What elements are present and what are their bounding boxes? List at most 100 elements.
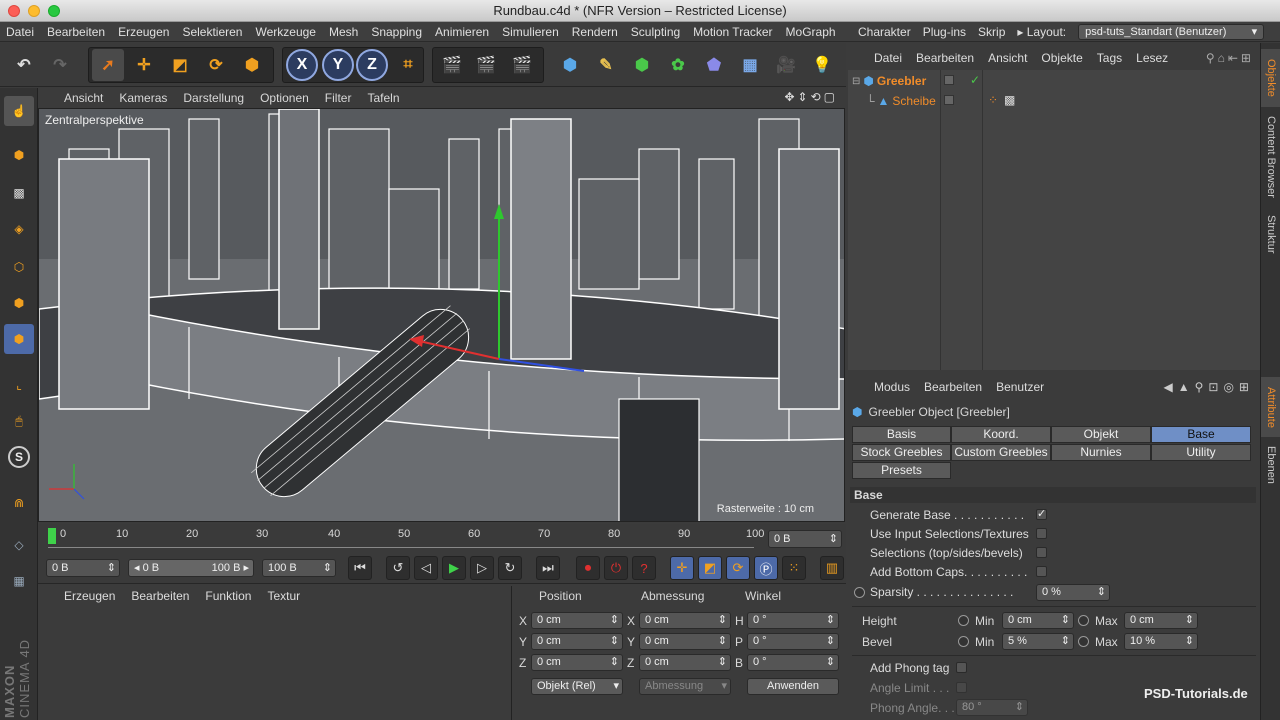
points-mode-button[interactable]: ⬡ [4,252,34,282]
current-frame-field[interactable]: 0 B ⇕ [768,530,842,548]
solo-button[interactable]: S [4,442,34,472]
select-tool-button[interactable]: ➚ [92,49,124,81]
tab-koord[interactable]: Koord. [951,426,1051,443]
pos-z-field[interactable]: 0 cm ⇕ [531,654,623,671]
bevel-max-field[interactable]: 10 % ⇕ [1124,633,1198,650]
object-manager-nav-icons[interactable]: ⚲⌂⇤⊞ [1206,51,1260,65]
bevel-min-radio[interactable] [958,636,969,647]
sparsity-animate-radio[interactable] [854,587,865,598]
previous-key-button[interactable]: ↺ [386,556,410,580]
render-settings-button[interactable]: 🎬 [506,49,538,81]
polygons-mode-button[interactable]: ⬢ [4,324,34,354]
checkmark-icon[interactable]: ✓ [970,73,980,87]
undo-button[interactable]: ↶ [8,49,40,81]
render-view-button[interactable]: 🎬 [436,49,468,81]
key-position-button[interactable]: ✛ [670,556,694,580]
menu-sculpting[interactable]: Sculpting [631,25,680,39]
coordinate-mode-select[interactable]: Objekt (Rel) ▾ [531,678,623,695]
rotate-tool-button[interactable]: ⟳ [200,49,232,81]
menu-werkzeuge[interactable]: Werkzeuge [255,25,315,39]
keyframe-selection-button[interactable]: ? [632,556,656,580]
side-tab-objekte[interactable]: Objekte [1261,49,1280,107]
workplane-mode-button[interactable]: ◈ [4,214,34,244]
tab-utility[interactable]: Utility [1151,444,1251,461]
bevel-min-field[interactable]: 5 % ⇕ [1002,633,1074,650]
menu-mesh[interactable]: Mesh [329,25,358,39]
workplane-button[interactable]: ◇ [4,530,34,560]
frame-range-slider[interactable]: ◂ 0 B 100 B ▸ [128,559,254,577]
angle-limit-checkbox[interactable] [956,682,967,693]
close-window-button[interactable] [8,5,20,17]
rot-b-field[interactable]: 0 ° ⇕ [747,654,839,671]
material-menu-erzeugen[interactable]: Erzeugen [64,589,115,603]
floor-button[interactable]: ▦ [734,49,766,81]
texture-tag-icon[interactable]: ▩ [1004,93,1015,107]
bottom-caps-checkbox[interactable] [1036,566,1047,577]
cube-primitive-button[interactable]: ⬢ [554,49,586,81]
scale-tool-button[interactable]: ◩ [164,49,196,81]
selection-tag-icon[interactable]: ⁘ [988,93,998,107]
tab-custom-greebles[interactable]: Custom Greebles [951,444,1051,461]
side-tab-ebenen[interactable]: Ebenen [1261,441,1280,489]
deformer-button[interactable]: ⬟ [698,49,730,81]
nurbs-button[interactable]: ⬢ [626,49,658,81]
tab-basis[interactable]: Basis [852,426,951,443]
menu-charakter[interactable]: Charakter [858,25,911,39]
menu-erzeugen[interactable]: Erzeugen [118,25,169,39]
go-to-start-button[interactable]: ⏮ [348,556,372,580]
viewport-menu-darstellung[interactable]: Darstellung [183,91,244,105]
size-z-field[interactable]: 0 cm ⇕ [639,654,731,671]
tab-presets[interactable]: Presets [852,462,951,479]
menu-snapping[interactable]: Snapping [371,25,422,39]
generate-base-checkbox[interactable]: ✓ [1036,509,1047,520]
tab-nurnies[interactable]: Nurnies [1051,444,1151,461]
menu-selektieren[interactable]: Selektieren [182,25,242,39]
tweak-mode-button[interactable]: 🖱 [4,406,34,436]
phong-tag-checkbox[interactable] [956,662,967,673]
timeline-playhead[interactable] [48,528,56,544]
minimize-window-button[interactable] [28,5,40,17]
camera-button[interactable]: 🎥 [770,49,802,81]
autokey-button[interactable]: ⏻ [604,556,628,580]
redo-button[interactable]: ↷ [44,49,76,81]
render-picture-button[interactable]: 🎬 [470,49,502,81]
last-tool-button[interactable]: ⬢ [236,49,268,81]
go-to-end-button[interactable]: ⏭ [536,556,560,580]
key-pla-button[interactable]: ⁙ [782,556,806,580]
model-mode-button[interactable]: ⬢ [4,140,34,170]
tab-objekt[interactable]: Objekt [1051,426,1151,443]
y-axis-button[interactable]: Y [322,49,354,81]
editor-visibility-toggle[interactable] [944,75,954,85]
attr-menu-benutzer[interactable]: Benutzer [996,380,1044,394]
snap-button[interactable]: ⋒ [4,488,34,518]
material-menu-funktion[interactable]: Funktion [205,589,251,603]
object-menu-datei[interactable]: Datei [874,51,902,65]
spline-button[interactable]: ✎ [590,49,622,81]
bevel-max-radio[interactable] [1078,636,1089,647]
height-min-radio[interactable] [958,615,969,626]
use-input-checkbox[interactable] [1036,528,1047,539]
menu-bearbeiten[interactable]: Bearbeiten [47,25,105,39]
size-mode-select[interactable]: Abmessung ▾ [639,678,731,695]
size-x-field[interactable]: 0 cm ⇕ [639,612,731,629]
object-menu-tags[interactable]: Tags [1097,51,1122,65]
timeline-ruler[interactable]: 0 10 20 30 40 50 60 70 80 90 100 0 B ⇕ [38,524,846,552]
object-menu-objekte[interactable]: Objekte [1041,51,1082,65]
make-editable-button[interactable]: ☝ [4,96,34,126]
attr-menu-bearbeiten[interactable]: Bearbeiten [924,380,982,394]
edges-mode-button[interactable]: ⬢ [4,288,34,318]
rot-h-field[interactable]: 0 ° ⇕ [747,612,839,629]
x-axis-button[interactable]: X [286,49,318,81]
play-button[interactable]: ▶ [442,556,466,580]
viewport-menu-kameras[interactable]: Kameras [119,91,167,105]
object-row-greebler[interactable]: ⊟ ⬢ Greebler [852,74,926,88]
menu-simulieren[interactable]: Simulieren [502,25,559,39]
sparsity-field[interactable]: 0 % ⇕ [1036,584,1110,601]
attr-menu-modus[interactable]: Modus [874,380,910,394]
object-row-scheibe[interactable]: └ ▲ Scheibe [866,94,936,108]
menu-rendern[interactable]: Rendern [572,25,618,39]
key-scale-button[interactable]: ◩ [698,556,722,580]
viewport-menu-tafeln[interactable]: Tafeln [367,91,399,105]
material-menu-textur[interactable]: Textur [267,589,300,603]
viewport-menu-ansicht[interactable]: Ansicht [64,91,103,105]
